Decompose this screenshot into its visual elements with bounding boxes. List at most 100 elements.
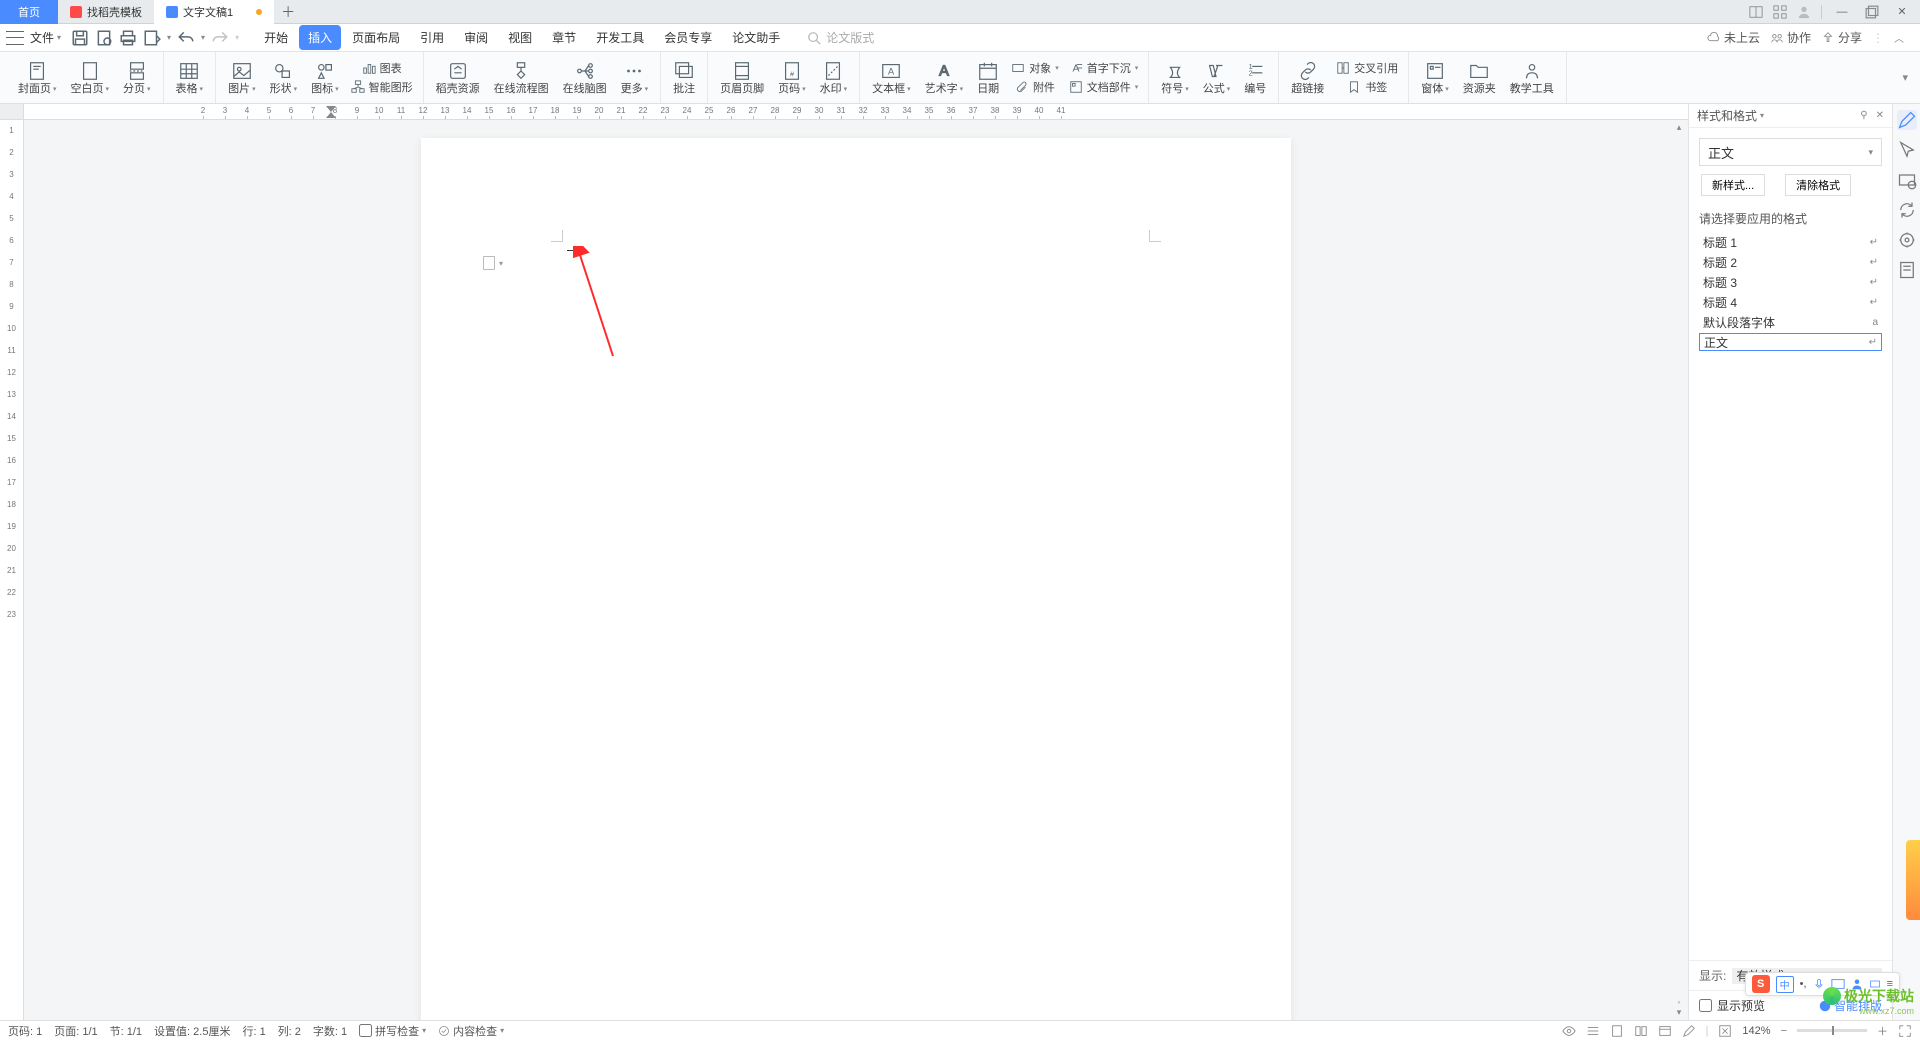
status-pos[interactable]: 设置值: 2.5厘米 [154, 1023, 230, 1039]
menu-引用[interactable]: 引用 [411, 25, 453, 50]
ime-punct-icon[interactable]: •, [1800, 978, 1807, 990]
smart-layout-button[interactable]: 智能排版 [1819, 997, 1882, 1014]
cloud-status[interactable]: 未上云 [1707, 29, 1760, 46]
pin-icon[interactable]: ⚲ [1860, 110, 1867, 121]
mindmap-button[interactable]: 在线脑图 [557, 58, 613, 97]
search-paper[interactable]: 论文版式 [807, 29, 874, 46]
grid-icon[interactable] [1773, 5, 1787, 19]
tab-home[interactable]: 首页 [0, 0, 58, 24]
style-item[interactable]: 标题 4↵ [1699, 293, 1882, 311]
show-preview-checkbox[interactable] [1699, 999, 1712, 1012]
docer-resource-button[interactable]: 稻壳资源 [430, 58, 486, 97]
side-page-icon[interactable] [1897, 260, 1917, 280]
ime-mic-icon[interactable] [1813, 978, 1825, 990]
chart-button[interactable]: 图表 [347, 59, 417, 77]
object-button[interactable]: 对象▾ [1007, 59, 1063, 77]
flowchart-button[interactable]: 在线流程图 [488, 58, 555, 97]
tab-templates[interactable]: 找稻壳模板 [58, 0, 154, 24]
side-style-icon[interactable] [1897, 170, 1917, 190]
print-icon[interactable] [119, 29, 137, 47]
hamburger-icon[interactable] [6, 31, 24, 45]
status-page-no[interactable]: 页码: 1 [8, 1023, 42, 1039]
fullscreen-icon[interactable] [1898, 1024, 1912, 1038]
horizontal-ruler[interactable]: 2345678910111213141516171819202122232425… [24, 104, 1688, 120]
nav-down-icon[interactable]: ▾ [1677, 1007, 1682, 1018]
layout1-icon[interactable] [1749, 5, 1763, 19]
tab-document[interactable]: 文字文稿1 [154, 0, 274, 24]
symbol-button[interactable]: 符号▾ [1155, 58, 1195, 97]
undo-icon[interactable] [177, 29, 195, 47]
side-clip-icon[interactable] [1897, 230, 1917, 250]
cover-page-button[interactable]: 封面页▾ [12, 58, 63, 97]
zoom-in-icon[interactable]: ＋ [1877, 1023, 1888, 1039]
vertical-ruler[interactable]: 1234567891011121314151617181920212223 [0, 120, 24, 1020]
document-scroll[interactable]: ▾ [24, 120, 1688, 1020]
menu-开始[interactable]: 开始 [255, 25, 297, 50]
redo-icon[interactable] [211, 29, 229, 47]
status-words[interactable]: 字数: 1 [313, 1023, 347, 1039]
numbering-button[interactable]: 12编号 [1238, 58, 1272, 97]
blank-page-button[interactable]: 空白页▾ [65, 58, 116, 97]
doc-parts-button[interactable]: 文档部件▾ [1065, 78, 1143, 96]
ime-keyboard-icon[interactable] [1831, 978, 1845, 990]
cross-reference-button[interactable]: 交叉引用 [1332, 59, 1402, 77]
menu-视图[interactable]: 视图 [499, 25, 541, 50]
menu-页面布局[interactable]: 页面布局 [343, 25, 409, 50]
save-icon[interactable] [71, 29, 89, 47]
textbox-button[interactable]: A文本框▾ [866, 58, 917, 97]
style-item[interactable]: 标题 2↵ [1699, 253, 1882, 271]
fit-icon[interactable] [1718, 1024, 1732, 1038]
collapse-ribbon-icon[interactable]: ︿ [1894, 30, 1904, 45]
print-preview-icon[interactable] [95, 29, 113, 47]
share-button[interactable]: 分享 [1821, 29, 1862, 46]
ime-menu-icon[interactable]: ≡ [1887, 978, 1893, 990]
status-row[interactable]: 行: 1 [242, 1023, 265, 1039]
zoom-out-icon[interactable]: − [1781, 1025, 1787, 1037]
page-break-button[interactable]: 分页▾ [117, 58, 157, 97]
resource-folder-button[interactable]: 资源夹 [1457, 58, 1502, 97]
menu-插入[interactable]: 插入 [299, 25, 341, 50]
header-footer-button[interactable]: 页眉页脚 [714, 58, 770, 97]
ribbon-pin-icon[interactable]: ▾ [1902, 71, 1908, 84]
page-1[interactable]: ▾ [421, 138, 1291, 1020]
ime-toolbar[interactable]: S 中 •, ≡ [1745, 972, 1900, 996]
view-read-icon[interactable] [1634, 1024, 1648, 1038]
drop-cap-button[interactable]: A首字下沉▾ [1065, 59, 1143, 77]
maximize-button[interactable] [1862, 5, 1882, 19]
teach-tools-button[interactable]: 教学工具 [1504, 58, 1560, 97]
nav-up-icon[interactable]: ▴ [1677, 122, 1682, 133]
menu-开发工具[interactable]: 开发工具 [587, 25, 653, 50]
indent-marker-icon[interactable] [326, 106, 336, 118]
table-button[interactable]: 表格▾ [170, 58, 210, 97]
smart-art-button[interactable]: 智能图形 [347, 78, 417, 96]
new-tab-button[interactable]: ＋ [274, 2, 302, 22]
current-style-select[interactable]: 正文 ▾ [1699, 138, 1882, 166]
menu-论文助手[interactable]: 论文助手 [723, 25, 789, 50]
style-item[interactable]: 标题 1↵ [1699, 233, 1882, 251]
style-item[interactable]: 标题 3↵ [1699, 273, 1882, 291]
comment-button[interactable]: 批注 [667, 58, 701, 97]
wordart-button[interactable]: A艺术字▾ [919, 58, 970, 97]
side-select-icon[interactable] [1897, 140, 1917, 160]
attachment-button[interactable]: 附件 [1007, 78, 1063, 96]
status-spell[interactable]: 拼写检查 ▾ [359, 1023, 426, 1039]
new-style-button[interactable]: 新样式... [1701, 174, 1765, 196]
cooperate-button[interactable]: 协作 [1770, 29, 1811, 46]
user-icon[interactable] [1797, 5, 1811, 19]
bookmark-button[interactable]: 书签 [1332, 78, 1402, 96]
view-outline-icon[interactable] [1586, 1024, 1600, 1038]
file-menu[interactable]: 文件▾ [30, 29, 61, 46]
nav-circle-icon[interactable]: ◦ [1677, 997, 1680, 1007]
hyperlink-button[interactable]: 超链接 [1285, 58, 1330, 97]
view-pen-icon[interactable] [1682, 1024, 1696, 1038]
status-col[interactable]: 列: 2 [278, 1023, 301, 1039]
more-button[interactable]: 更多▾ [615, 58, 655, 97]
view-page-icon[interactable] [1610, 1024, 1624, 1038]
zoom-value[interactable]: 142% [1742, 1025, 1770, 1037]
menu-章节[interactable]: 章节 [543, 25, 585, 50]
side-refresh-icon[interactable] [1897, 200, 1917, 220]
menu-审阅[interactable]: 审阅 [455, 25, 497, 50]
form-button[interactable]: 窗体▾ [1415, 58, 1455, 97]
date-button[interactable]: 日期 [971, 58, 1005, 97]
style-item[interactable]: 正文↵ [1699, 333, 1882, 351]
